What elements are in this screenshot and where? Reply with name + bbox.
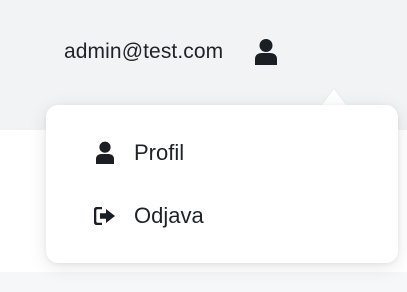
menu-item-label: Odjava <box>134 203 204 228</box>
menu-item-odjava[interactable]: Odjava <box>46 190 398 242</box>
user-icon <box>94 140 116 166</box>
user-email: admin@test.com <box>64 40 224 63</box>
menu-item-label: Profil <box>134 140 185 165</box>
dropdown-caret <box>322 89 346 105</box>
sign-out-icon <box>94 203 116 229</box>
user-menu-toggle[interactable]: admin@test.com <box>64 32 278 72</box>
menu-item-profil[interactable]: Profil <box>46 127 398 179</box>
page-background-strip <box>0 272 407 292</box>
user-icon[interactable] <box>254 37 278 67</box>
